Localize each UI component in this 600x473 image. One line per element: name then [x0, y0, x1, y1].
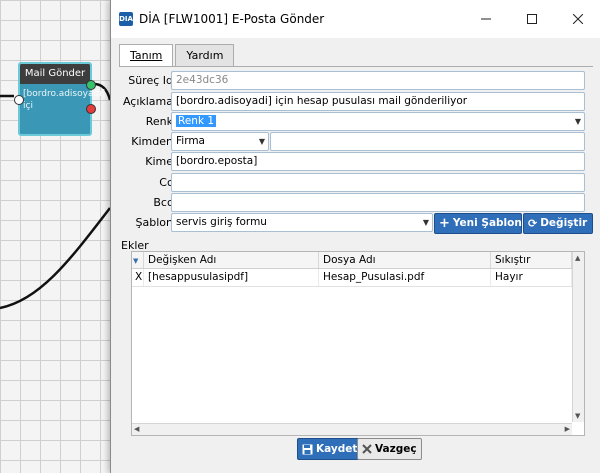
app-logo-icon: DIA: [119, 12, 133, 26]
refresh-icon: ⟳: [528, 217, 538, 230]
cell-dosya[interactable]: Hesap_Pusulasi.pdf: [319, 269, 491, 286]
save-icon: [302, 444, 313, 454]
window-title: DİA [FLW1001] E-Posta Gönder: [139, 12, 325, 26]
bcc-row: Bcc: [119, 193, 593, 212]
close-icon: [573, 14, 583, 24]
degistir-label: Değiştir: [540, 217, 588, 229]
maximize-button[interactable]: [509, 0, 555, 38]
surec-id-label: Süreç Id: [128, 74, 173, 87]
sablon-select[interactable]: servis giriş formu ▼: [171, 213, 433, 232]
renk-select[interactable]: Renk 1 ▼: [171, 112, 585, 131]
kimden-label: Kimden: [131, 135, 173, 148]
minimize-icon: [481, 18, 491, 20]
tanim-panel: Süreç Id 2e43dc36 Açıklama [bordro.adiso…: [119, 66, 593, 436]
node-body-line: [bordro.adisoyadı]: [23, 89, 106, 99]
scroll-left-icon[interactable]: ◀: [134, 425, 139, 433]
node-input-port[interactable]: [14, 95, 24, 105]
table-row[interactable]: X [hesappusulasipdf] Hesap_Pusulasi.pdf …: [132, 269, 572, 287]
sablon-value: servis giriş formu: [176, 216, 267, 228]
kimden-row: Kimden Firma ▼: [119, 132, 593, 151]
renk-label: Renk: [145, 115, 173, 128]
horizontal-scrollbar[interactable]: ◀ ▶: [132, 423, 572, 435]
bcc-label: Bcc: [153, 196, 173, 209]
yeni-sablon-button[interactable]: + Yeni Şablon: [434, 213, 522, 234]
aciklama-field[interactable]: [bordro.adisoyadi] için hesap pusulası m…: [171, 92, 585, 111]
kaydet-label: Kaydet: [316, 443, 358, 455]
cell-sikistir[interactable]: Hayır: [491, 269, 572, 286]
node-error-port[interactable]: [86, 104, 96, 114]
cc-label: Cc: [159, 176, 173, 189]
scroll-up-icon[interactable]: ▲: [575, 254, 580, 262]
kime-row: Kime [bordro.eposta]: [119, 152, 593, 171]
yeni-sablon-label: Yeni Şablon: [452, 217, 522, 229]
surec-id-field[interactable]: 2e43dc36: [171, 71, 585, 90]
node-body-line: içi: [23, 101, 33, 111]
cc-row: Cc: [119, 173, 593, 192]
column-header-dosya[interactable]: Dosya Adı: [319, 252, 491, 268]
surec-id-row: Süreç Id 2e43dc36: [119, 71, 593, 90]
delete-row-icon[interactable]: X: [132, 269, 144, 286]
kime-field[interactable]: [bordro.eposta]: [171, 152, 585, 171]
grid-header: ▼ Değişken Adı Dosya Adı Sıkıştır: [132, 252, 572, 269]
email-dialog: DIA DİA [FLW1001] E-Posta Gönder Tanım Y…: [110, 0, 600, 473]
mail-gonder-node[interactable]: Mail Gönder [bordro.adisoyadı] içi: [14, 62, 106, 136]
kimden-type-value: Firma: [176, 135, 205, 147]
node-body: [bordro.adisoyadı] içi: [20, 84, 106, 116]
vazgec-label: Vazgeç: [375, 443, 417, 455]
title-bar[interactable]: DIA DİA [FLW1001] E-Posta Gönder: [111, 0, 600, 38]
sablon-label: Şablon: [135, 216, 173, 229]
scroll-down-icon[interactable]: ▼: [575, 412, 580, 420]
cancel-icon: [362, 444, 372, 454]
plus-icon: +: [439, 216, 450, 231]
kimden-field[interactable]: [270, 132, 585, 151]
column-header-degisken[interactable]: Değişken Adı: [144, 252, 319, 268]
node-title: Mail Gönder: [20, 64, 90, 84]
sablon-row: Şablon servis giriş formu ▼ + Yeni Şablo…: [119, 213, 593, 234]
maximize-icon: [527, 14, 537, 24]
dropdown-arrow-icon: ▼: [422, 218, 429, 227]
minimize-button[interactable]: [463, 0, 509, 38]
tab-yardim[interactable]: Yardım: [175, 44, 235, 67]
kimden-type-select[interactable]: Firma ▼: [171, 132, 269, 151]
bcc-field[interactable]: [171, 193, 585, 212]
kime-label: Kime: [145, 155, 173, 168]
renk-value: Renk 1: [176, 115, 217, 127]
column-header-sikistir[interactable]: Sıkıştır: [491, 252, 572, 268]
dropdown-arrow-icon: ▼: [258, 137, 265, 146]
kaydet-button[interactable]: Kaydet: [297, 438, 363, 460]
vertical-scrollbar[interactable]: ▲ ▼: [572, 252, 584, 422]
tab-strip: Tanım Yardım: [119, 44, 236, 68]
column-menu-icon[interactable]: ▼: [132, 252, 144, 268]
renk-row: Renk Renk 1 ▼: [119, 112, 593, 131]
aciklama-label: Açıklama: [122, 95, 173, 108]
scroll-right-icon[interactable]: ▶: [565, 425, 570, 433]
attachments-grid: ▼ Değişken Adı Dosya Adı Sıkıştır X [hes…: [131, 251, 585, 436]
vazgec-button[interactable]: Vazgeç: [357, 438, 422, 460]
dropdown-arrow-icon: ▼: [574, 117, 581, 126]
cc-field[interactable]: [171, 173, 585, 192]
cell-degisken[interactable]: [hesappusulasipdf]: [144, 269, 319, 286]
close-button[interactable]: [555, 0, 600, 38]
node-success-port[interactable]: [86, 80, 96, 90]
degistir-button[interactable]: ⟳ Değiştir: [523, 213, 593, 234]
tab-tanim[interactable]: Tanım: [119, 44, 174, 68]
aciklama-row: Açıklama [bordro.adisoyadi] için hesap p…: [119, 92, 593, 111]
